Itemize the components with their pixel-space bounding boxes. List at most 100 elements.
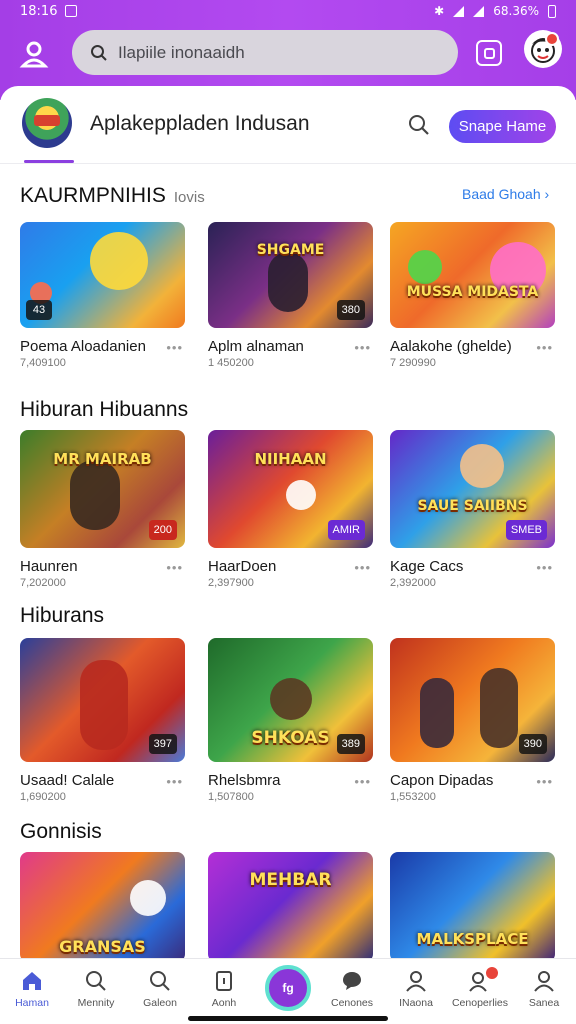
game-downloads: 1 450200 [208,357,254,369]
game-thumbnail[interactable]: 397 [20,638,185,762]
game-tile[interactable]: SHKOAS 389 Rhelsbmra 1,507800 ••• [208,638,373,803]
game-tile[interactable]: MEHBAR [208,852,373,962]
game-downloads: 2,397900 [208,577,254,589]
section-title: Hiburan Hibuanns [20,398,189,421]
game-name: Kage Cacs [390,558,464,575]
nav-inaona[interactable]: INaona [384,959,448,1024]
game-name: Haunren [20,558,78,575]
more-options-icon[interactable]: ••• [536,774,553,789]
nav-sanea[interactable]: Sanea [512,959,576,1024]
game-thumbnail[interactable]: MUSSA MIDASTA [390,222,555,328]
search-icon [148,969,172,993]
active-tab-indicator [24,160,74,163]
game-name: Usaad! Calale [20,772,115,789]
status-time: 18:16 [20,3,58,19]
nav-cenones[interactable]: Cenones [320,959,384,1024]
more-options-icon[interactable]: ••• [166,560,183,575]
game-tile[interactable]: SAUE SAIIBNS SMEB Kage Cacs 2,392000 ••• [390,430,555,589]
app-logo[interactable] [22,98,72,148]
cta-button[interactable]: Snape Hame [449,110,556,143]
game-art-title: NIIHAAN [254,450,327,468]
nav-home[interactable]: Haman [0,959,64,1024]
nav-center[interactable]: fg [256,959,320,1024]
game-tile[interactable]: 397 Usaad! Calale 1,690200 ••• [20,638,185,803]
game-row: 43 Poema Aloadanien 7,409100 ••• SHGAME … [20,222,576,382]
game-tile[interactable]: MALKSPLACE [390,852,555,962]
battery-icon [548,4,556,18]
search-input[interactable] [118,42,438,63]
game-tile[interactable]: MUSSA MIDASTA Aalakohe (ghelde) 7 290990… [390,222,555,369]
game-badge: 200 [148,520,177,540]
game-badge: 389 [336,734,365,754]
chat-icon [340,969,364,993]
search-bar[interactable] [72,30,458,75]
section-title: Hiburans [20,604,105,627]
search-icon [84,969,108,993]
game-name: Aplm alnaman [208,338,304,355]
game-thumbnail[interactable]: GRANSAS [20,852,185,962]
game-tile[interactable]: SHGAME 380 Aplm alnaman 1 450200 ••• [208,222,373,369]
game-tile[interactable]: 390 Capon Dipadas 1,553200 ••• [390,638,555,803]
game-downloads: 7,409100 [20,357,66,369]
game-art-title: SHGAME [256,242,325,258]
nav-cenoperlies[interactable]: Cenoperlies [448,959,512,1024]
wifi-icon [473,5,485,17]
notification-icon [65,5,78,17]
more-options-icon[interactable]: ••• [166,774,183,789]
more-options-icon[interactable]: ••• [536,340,553,355]
game-thumbnail[interactable]: MALKSPLACE [390,852,555,962]
nav-aonh[interactable]: Aonh [192,959,256,1024]
game-badge: 43 [26,300,52,320]
game-art-title: MR MAIRAB [53,450,152,468]
center-action-icon[interactable]: fg [265,965,311,1011]
game-thumbnail[interactable]: 43 [20,222,185,328]
app-title: Aplakeppladen Indusan [90,112,310,135]
game-thumbnail[interactable]: SHKOAS 389 [208,638,373,762]
more-options-icon[interactable]: ••• [166,340,183,355]
game-row: 397 Usaad! Calale 1,690200 ••• SHKOAS 38… [20,638,576,803]
more-options-icon[interactable]: ••• [354,560,371,575]
see-all-link[interactable]: Baad Ghoah › [462,186,549,202]
nav-galeon[interactable]: Galeon [128,959,192,1024]
game-thumbnail[interactable]: 390 [390,638,555,762]
game-thumbnail[interactable]: NIIHAAN AMIR [208,430,373,548]
game-tile[interactable]: MR MAIRAB 200 Haunren 7,202000 ••• [20,430,185,589]
game-art-title: MEHBAR [249,870,332,890]
document-icon [212,969,236,993]
content-sheet: Aplakeppladen Indusan Snape Hame KAURMPN… [0,86,576,966]
more-options-icon[interactable]: ••• [354,774,371,789]
game-row: MR MAIRAB 200 Haunren 7,202000 ••• NIIHA… [20,430,576,590]
game-badge: 380 [336,300,365,320]
game-tile[interactable]: 43 Poema Aloadanien 7,409100 ••• [20,222,185,369]
game-thumbnail[interactable]: MEHBAR [208,852,373,962]
bottom-navigation: Haman Mennity Galeon Aonh fg Cenones INa… [0,958,576,1024]
game-thumbnail[interactable]: SHGAME 380 [208,222,373,328]
game-badge: AMIR [327,520,365,540]
nav-badge [486,967,498,979]
section-subtitle: Iovis [173,189,205,206]
game-name: Rhelsbmra [208,772,281,789]
game-tile[interactable]: NIIHAAN AMIR HaarDoen 2,397900 ••• [208,430,373,589]
game-thumbnail[interactable]: SAUE SAIIBNS SMEB [390,430,555,548]
app-header: Aplakeppladen Indusan Snape Hame [0,86,576,164]
search-icon [91,44,107,61]
game-thumbnail[interactable]: MR MAIRAB 200 [20,430,185,548]
game-name: HaarDoen [208,558,277,575]
game-downloads: 1,507800 [208,791,254,803]
search-icon[interactable] [408,114,430,136]
scan-icon[interactable] [476,40,502,66]
game-art-title: GRANSAS [59,937,146,956]
profile-icon[interactable] [18,38,50,70]
game-art-title: MUSSA MIDASTA [406,284,539,300]
game-badge: 397 [148,734,177,754]
nav-mennity[interactable]: Mennity [64,959,128,1024]
more-options-icon[interactable]: ••• [536,560,553,575]
person-icon [404,969,428,993]
game-downloads: 7 290990 [390,357,436,369]
game-tile[interactable]: GRANSAS [20,852,185,962]
game-art-title: MALKSPLACE [416,930,529,948]
more-options-icon[interactable]: ••• [354,340,371,355]
game-name: Poema Aloadanien [20,338,146,355]
section-title: KAURMPNIHIS Iovis [20,184,205,207]
bluetooth-icon: ✱ [434,4,445,18]
